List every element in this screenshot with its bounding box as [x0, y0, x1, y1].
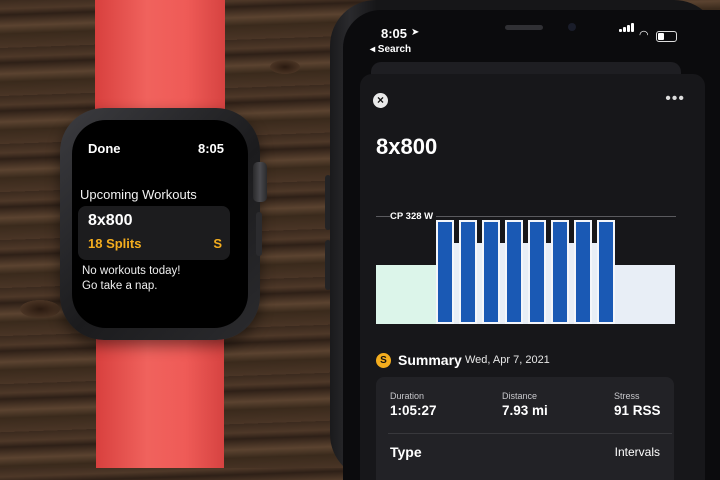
- stat-value: 91 RSS: [614, 403, 661, 418]
- front-camera: [568, 23, 576, 31]
- interval-bar-recovery: [569, 243, 574, 324]
- upcoming-workouts-title: Upcoming Workouts: [80, 187, 197, 202]
- interval-bar-cooldown: [615, 265, 675, 324]
- wifi-icon: ◠: [639, 29, 649, 41]
- type-label: Type: [390, 444, 422, 460]
- workout-splits: 18 Splits: [88, 236, 142, 251]
- wood-knot: [20, 300, 60, 318]
- stat-value: 1:05:27: [390, 403, 437, 418]
- interval-bar-recovery: [500, 243, 505, 324]
- interval-bar-recovery: [477, 243, 482, 324]
- watch-digital-crown[interactable]: [253, 162, 267, 202]
- workout-name: 8x800: [88, 212, 133, 229]
- interval-bar-recovery: [454, 243, 459, 324]
- interval-bar-work: [574, 220, 592, 324]
- interval-bar-work: [482, 220, 500, 324]
- interval-bar-recovery: [546, 243, 551, 324]
- wood-knot: [270, 60, 300, 74]
- watch-clock: 8:05: [197, 141, 224, 156]
- stat-value: 7.93 mi: [502, 403, 548, 418]
- workout-title: 8x800: [376, 134, 438, 159]
- stats-card: Duration 1:05:27 Distance 7.93 mi Stress…: [376, 377, 674, 480]
- type-value: Intervals: [614, 445, 660, 459]
- interval-bar-warmup: [376, 265, 436, 324]
- interval-bar-recovery: [523, 243, 528, 324]
- cp-label: CP 328 W: [390, 211, 437, 222]
- earpiece-speaker: [505, 25, 543, 30]
- interval-bar-work: [597, 220, 615, 324]
- interval-bar-work: [551, 220, 569, 324]
- divider: [388, 433, 672, 434]
- stat-duration: Duration 1:05:27: [390, 391, 437, 418]
- phone-screen: 8:05 ➤ ◂ Search ◠ × ••• 8x800 CP 328 W S…: [343, 10, 720, 480]
- empty-message: No workouts today! Go take a nap.: [82, 264, 180, 294]
- more-icon[interactable]: •••: [665, 90, 685, 108]
- app-badge-icon: S: [213, 236, 222, 251]
- interval-bar-work: [505, 220, 523, 324]
- interval-bar-recovery: [592, 243, 597, 324]
- location-arrow-icon: ➤: [411, 27, 420, 38]
- status-time: 8:05: [381, 26, 408, 41]
- stat-label: Distance: [502, 391, 538, 401]
- stat-label: Duration: [390, 391, 425, 401]
- summary-date: Wed, Apr 7, 2021: [465, 354, 550, 366]
- summary-label: Summary: [398, 352, 462, 368]
- workout-detail-sheet: × ••• 8x800 CP 328 W S Summary Wed, Apr …: [360, 74, 705, 480]
- interval-bar-work: [436, 220, 454, 324]
- watch-band-bottom: [96, 330, 224, 468]
- stat-stress: Stress 91 RSS: [614, 391, 661, 418]
- workout-card[interactable]: 8x800 18 Splits S: [78, 206, 230, 260]
- summary-badge-icon: S: [376, 353, 391, 368]
- watch-done-button[interactable]: Done: [88, 141, 121, 156]
- close-icon[interactable]: ×: [373, 93, 388, 108]
- interval-bar-work: [459, 220, 477, 324]
- empty-message-line1: No workouts today!: [82, 265, 181, 277]
- watch-screen: Done 8:05 Upcoming Workouts 8x800 18 Spl…: [72, 120, 248, 328]
- workout-structure-chart: CP 328 W: [376, 194, 676, 324]
- empty-message-line2: Go take a nap.: [82, 280, 158, 292]
- stat-distance: Distance 7.93 mi: [502, 391, 548, 418]
- back-to-search-link[interactable]: ◂ Search: [370, 44, 411, 55]
- interval-bar-work: [528, 220, 546, 324]
- watch-side-button[interactable]: [256, 212, 262, 256]
- battery-icon: [656, 31, 677, 42]
- stat-label: Stress: [614, 391, 640, 401]
